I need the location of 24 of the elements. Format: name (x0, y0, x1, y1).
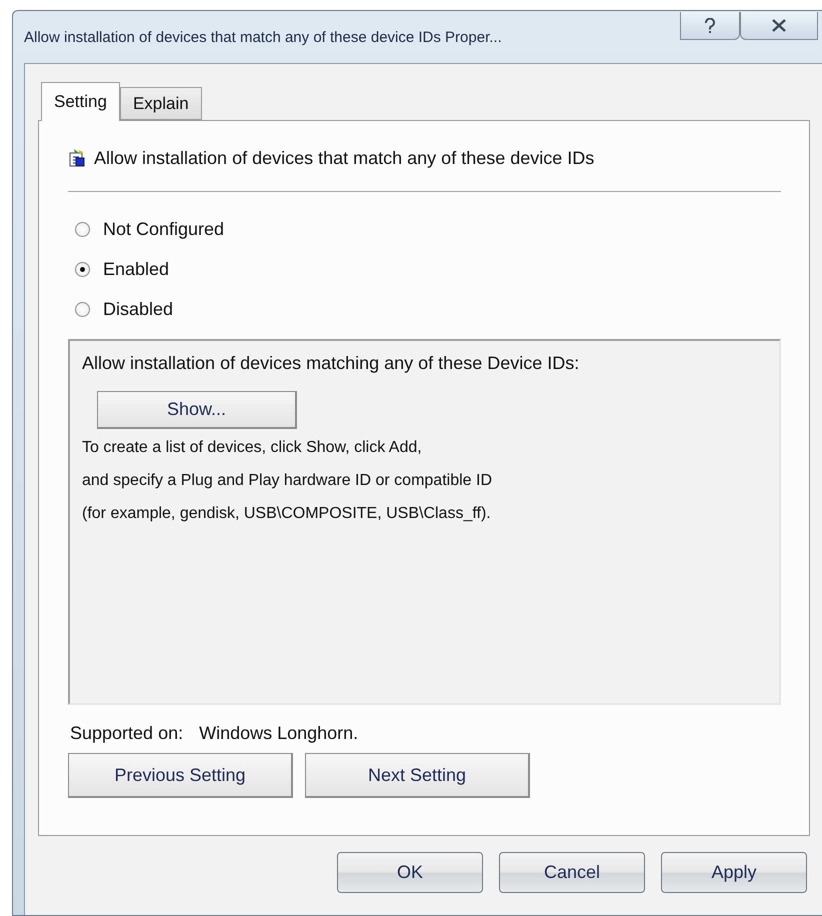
dialog-button[interactable]: Cancel (499, 852, 645, 893)
description-text: To create a list of devices, click Show, click Add, and specify a Plug and Play hardware ID or compatible ID (for example, gendisk, USB\COMPOSITE, USB\Class_ff). (82, 438, 492, 524)
help-button[interactable] (680, 12, 740, 40)
show-button[interactable]: Show... (97, 391, 297, 429)
window-title: Allow installation of devices that match any of these device IDs Proper... (24, 28, 502, 46)
options-label: Allow installation of devices matching any of these Device IDs: (82, 353, 580, 374)
help-icon (704, 18, 716, 34)
supported-value: Windows Longhorn. (199, 723, 358, 744)
policy-name: Allow installation of devices that match any of these device IDs (94, 148, 594, 168)
radio-button[interactable] (75, 262, 90, 277)
radio-button[interactable] (75, 302, 90, 317)
nav-button[interactable]: Next Setting (305, 753, 530, 798)
radio-label: Not Configured (103, 219, 224, 240)
radio-button[interactable] (75, 222, 90, 237)
close-icon (771, 19, 787, 32)
supported-label: Supported on: (70, 723, 184, 744)
nav-button[interactable]: Previous Setting (68, 753, 293, 798)
close-button[interactable] (740, 12, 818, 40)
tab[interactable]: Explain (120, 87, 202, 120)
dialog-button[interactable]: OK (337, 852, 483, 893)
radio-label: Disabled (103, 299, 174, 320)
dialog-button[interactable]: Apply (661, 852, 807, 893)
radio-label: Enabled (103, 259, 170, 280)
tab[interactable]: Setting (41, 82, 120, 121)
